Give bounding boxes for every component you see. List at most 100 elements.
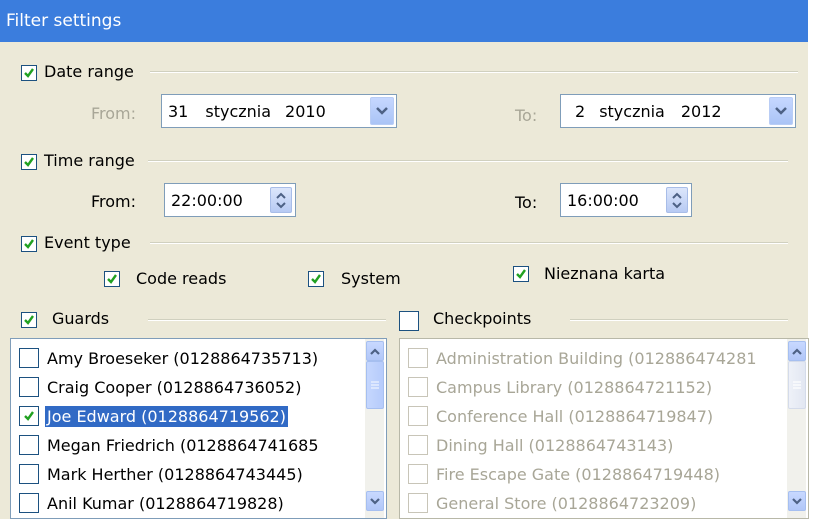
- list-item[interactable]: General Store (0128864723209): [400, 489, 696, 517]
- item-checkbox[interactable]: [408, 435, 428, 455]
- system-label: System: [341, 269, 401, 288]
- right-edge: [808, 0, 820, 519]
- date-to-label: To:: [515, 106, 538, 125]
- event-type-label: Event type: [44, 233, 135, 252]
- checkpoints-list[interactable]: Administration Building (012886474281 Ca…: [399, 338, 809, 519]
- date-to-picker[interactable]: 2 stycznia 2012: [560, 94, 796, 128]
- code-reads-checkbox[interactable]: [104, 271, 120, 287]
- list-item[interactable]: Fire Escape Gate (0128864719448): [400, 460, 720, 488]
- list-item[interactable]: Joe Edward (0128864719562): [11, 402, 288, 430]
- date-from-label: From:: [91, 104, 137, 123]
- item-label: Anil Kumar (0128864719828): [47, 493, 284, 513]
- item-checkbox[interactable]: [19, 377, 39, 397]
- date-from-month: stycznia: [205, 101, 272, 121]
- checkpoints-scrollbar[interactable]: [786, 339, 806, 518]
- check-icon: [24, 315, 34, 325]
- time-to-spinner[interactable]: [666, 187, 688, 213]
- time-from-spinner[interactable]: [270, 187, 292, 213]
- item-checkbox[interactable]: [408, 377, 428, 397]
- guards-scrollbar[interactable]: [364, 339, 384, 518]
- scroll-up-button[interactable]: [788, 341, 806, 361]
- date-from-dropdown-button[interactable]: [370, 97, 394, 125]
- spin-up-icon: [672, 192, 682, 199]
- time-range-divider: [148, 160, 788, 162]
- checkpoints-label: Checkpoints: [433, 309, 536, 328]
- scroll-down-button[interactable]: [788, 491, 806, 511]
- list-item[interactable]: Anil Kumar (0128864719828): [11, 489, 284, 517]
- list-item[interactable]: Megan Friedrich (0128864741685: [11, 431, 319, 459]
- item-checkbox[interactable]: [19, 348, 39, 368]
- chevron-up-icon: [370, 347, 380, 355]
- item-checkbox[interactable]: [408, 348, 428, 368]
- list-item[interactable]: Craig Cooper (0128864736052): [11, 373, 301, 401]
- guards-list[interactable]: Amy Broeseker (0128864735713) Craig Coop…: [10, 338, 387, 519]
- scroll-thumb[interactable]: [788, 361, 806, 409]
- item-label: Administration Building (012886474281: [436, 348, 757, 368]
- date-from-picker[interactable]: 31 stycznia 2010: [161, 94, 397, 128]
- item-label: Megan Friedrich (0128864741685: [47, 435, 319, 455]
- time-to-field[interactable]: 16:00:00: [560, 183, 692, 217]
- scroll-thumb[interactable]: [366, 361, 384, 409]
- time-range-checkbox[interactable]: [21, 154, 37, 170]
- system-checkbox[interactable]: [308, 271, 324, 287]
- grip-icon: [793, 381, 801, 389]
- check-icon: [311, 274, 321, 284]
- date-range-divider: [150, 71, 798, 73]
- checkpoints-divider: [570, 319, 788, 321]
- event-type-checkbox[interactable]: [21, 236, 37, 252]
- list-item[interactable]: Mark Herther (0128864743445): [11, 460, 303, 488]
- date-to-dropdown-button[interactable]: [769, 97, 793, 125]
- item-label: Conference Hall (0128864719847): [436, 406, 714, 426]
- date-to-month: stycznia: [599, 101, 665, 121]
- list-item[interactable]: Administration Building (012886474281: [400, 344, 757, 372]
- event-type-divider: [150, 242, 788, 244]
- list-item[interactable]: Conference Hall (0128864719847): [400, 402, 713, 430]
- window-title: Filter settings: [6, 11, 122, 31]
- checkpoints-checkbox[interactable]: [399, 311, 419, 331]
- grip-icon: [371, 381, 379, 389]
- time-from-value: 22:00:00: [171, 190, 243, 210]
- item-checkbox[interactable]: [408, 406, 428, 426]
- chevron-down-icon: [370, 497, 380, 505]
- list-item[interactable]: Amy Broeseker (0128864735713): [11, 344, 318, 372]
- date-to-day: 2: [575, 101, 586, 121]
- check-icon: [24, 68, 34, 78]
- item-checkbox[interactable]: [19, 435, 39, 455]
- guards-divider: [148, 319, 386, 321]
- item-label: Fire Escape Gate (0128864719448): [436, 464, 720, 484]
- item-checkbox[interactable]: [19, 464, 39, 484]
- check-icon: [24, 239, 34, 249]
- spin-down-icon: [276, 201, 286, 208]
- item-checkbox[interactable]: [19, 493, 39, 513]
- time-from-label: From:: [91, 192, 137, 211]
- item-label: Amy Broeseker (0128864735713): [47, 348, 319, 368]
- check-icon: [516, 269, 526, 279]
- chevron-up-icon: [792, 347, 802, 355]
- list-item[interactable]: Dining Hall (0128864743143): [400, 431, 673, 459]
- check-icon: [24, 157, 34, 167]
- list-item[interactable]: Campus Library (0128864721152): [400, 373, 712, 401]
- nieznana-karta-label: Nieznana karta: [544, 264, 666, 283]
- date-from-year: 2010: [285, 101, 326, 121]
- nieznana-karta-checkbox[interactable]: [513, 266, 529, 282]
- item-checkbox[interactable]: [19, 406, 39, 426]
- chevron-down-icon: [792, 497, 802, 505]
- guards-checkbox[interactable]: [21, 312, 37, 328]
- date-range-label: Date range: [44, 62, 138, 81]
- chevron-down-icon: [775, 107, 787, 115]
- scroll-down-button[interactable]: [366, 491, 384, 511]
- item-checkbox[interactable]: [408, 464, 428, 484]
- spin-up-icon: [276, 192, 286, 199]
- code-reads-label: Code reads: [136, 269, 227, 288]
- item-label: Mark Herther (0128864743445): [47, 464, 303, 484]
- item-checkbox[interactable]: [408, 493, 428, 513]
- time-range-label: Time range: [44, 151, 139, 170]
- item-label: General Store (0128864723209): [436, 493, 697, 513]
- scroll-up-button[interactable]: [366, 341, 384, 361]
- spin-down-icon: [672, 201, 682, 208]
- date-range-checkbox[interactable]: [21, 65, 37, 81]
- time-from-field[interactable]: 22:00:00: [164, 183, 296, 217]
- time-to-label: To:: [515, 193, 538, 212]
- item-label: Dining Hall (0128864743143): [436, 435, 674, 455]
- item-label: Campus Library (0128864721152): [436, 377, 713, 397]
